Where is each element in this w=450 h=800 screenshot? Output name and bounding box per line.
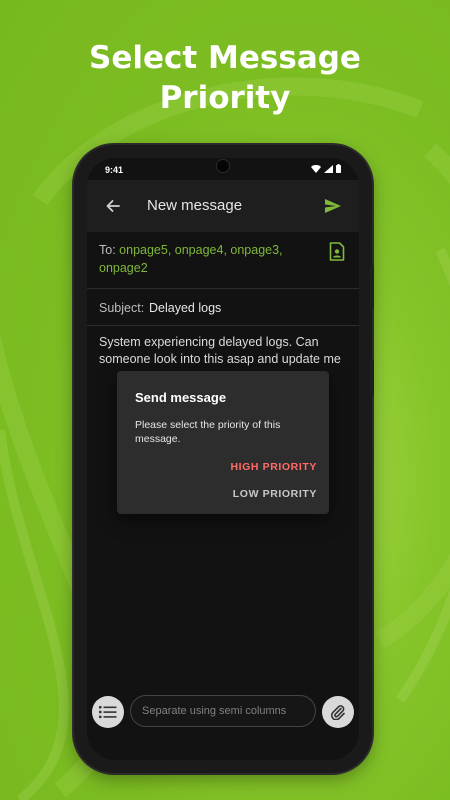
page-title: New message (147, 197, 243, 214)
headline-line-2: Priority (159, 80, 291, 116)
recipients-input[interactable] (130, 695, 316, 727)
to-label: To: (99, 243, 116, 257)
front-camera (217, 160, 229, 172)
app-bar: New message (87, 180, 359, 232)
priority-dialog: Send message Please select the priority … (117, 371, 329, 514)
send-icon (325, 199, 341, 213)
wifi-icon (311, 164, 321, 173)
headline-line-1: Select Message (89, 40, 361, 76)
status-time: 9:41 (105, 165, 124, 175)
subject-value: Delayed logs (149, 301, 222, 315)
bottom-bar (87, 694, 359, 734)
paperclip-icon (330, 705, 345, 720)
headline: Select Message Priority (0, 38, 450, 118)
list-button[interactable] (92, 696, 124, 728)
to-field[interactable]: To: onpage5, onpage4, onpage3, onpage2 (87, 232, 359, 289)
subject-label: Subject: (99, 301, 145, 315)
volume-button (370, 360, 374, 396)
attach-button[interactable] (322, 696, 354, 728)
low-priority-button[interactable]: LOW PRIORITY (233, 485, 317, 503)
subject-field[interactable]: Subject: Delayed logs (87, 289, 359, 326)
contact-picker-button[interactable] (327, 240, 347, 262)
contact-card-icon (329, 241, 345, 261)
list-icon (99, 706, 117, 719)
power-button (370, 265, 374, 309)
to-text: To: onpage5, onpage4, onpage3, onpage2 (99, 241, 299, 277)
dialog-message: Please select the priority of this messa… (135, 419, 281, 445)
arrow-left-icon (106, 200, 120, 212)
message-body[interactable]: System experiencing delayed logs. Can so… (99, 334, 349, 368)
dialog-title: Send message (135, 390, 227, 405)
battery-icon (336, 164, 341, 173)
back-button[interactable] (101, 194, 125, 218)
status-icons (311, 164, 341, 173)
phone-frame: 9:41 New message To: onpage5, onpage4, o… (74, 145, 374, 773)
signal-icon (324, 164, 333, 173)
high-priority-button[interactable]: HIGH PRIORITY (230, 458, 317, 476)
status-bar: 9:41 (87, 158, 359, 180)
phone-screen: 9:41 New message To: onpage5, onpage4, o… (87, 158, 359, 760)
send-button[interactable] (321, 194, 345, 218)
to-recipients: onpage5, onpage4, onpage3, onpage2 (99, 243, 283, 275)
